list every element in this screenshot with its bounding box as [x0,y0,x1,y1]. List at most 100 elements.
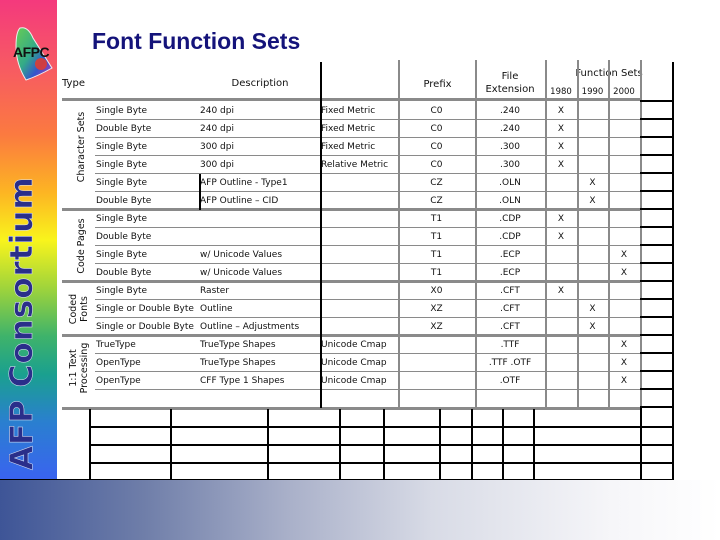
column-divider [608,60,610,408]
empty-column-divider [383,409,385,480]
row-divider [95,371,640,372]
right-col-divider [640,100,673,102]
cell-type: Single Byte [96,142,148,152]
cell-type: Single Byte [96,286,148,296]
header-divider [62,98,640,101]
cell-prefix: XZ [430,304,443,314]
right-col-divider [640,244,673,246]
row-divider [95,263,640,264]
cell-y1980: X [557,142,565,152]
cell-y1990 [577,336,608,354]
cell-y1990 [577,138,608,156]
cell-prefix [398,354,475,372]
cell-y1990 [577,210,608,228]
cell-metric [321,246,398,264]
group-label-text-processing: 1:1 Text Processing [68,336,90,400]
cell-y1990 [577,228,608,246]
row-divider [95,227,640,228]
cell-ext: .300 [499,142,521,152]
cell-y1980 [545,354,577,372]
right-col-divider [640,226,673,228]
cell-ext: .TTF [500,340,520,350]
cell-ext: .CDP [499,232,521,242]
cell-ext: .300 [499,160,521,170]
cell-y1980 [545,300,577,318]
cell-description: 300 dpi [200,160,234,170]
column-divider [475,60,477,408]
cell-type: Single Byte [96,106,148,116]
cell-y1990 [577,156,608,174]
right-col-divider [640,280,673,282]
cell-y2000: X [620,340,628,350]
cell-ext: .CFT [500,286,520,296]
column-divider [577,60,579,408]
cell-y1990: X [589,178,596,188]
right-col-divider [640,316,673,318]
cell-prefix: C0 [430,106,443,116]
row-divider [95,245,640,246]
cell-type: Single Byte [96,214,148,224]
group-label-coded-fonts: Coded Fonts [68,282,90,336]
cell-y1980: X [557,160,565,170]
cell-prefix: T1 [430,250,443,260]
header-description: Description [231,78,289,89]
empty-column-divider [439,409,441,480]
cell-prefix [398,336,475,354]
cell-y2000: X [620,358,628,368]
group-label-coded-fonts-line1: Coded [68,293,79,325]
row-divider [95,299,640,300]
cell-type: Single or Double Byte [96,304,194,314]
cell-type: TrueType [96,340,136,350]
cell-ext: .OLN [499,178,521,188]
header-file-extension: File Extension [475,70,545,96]
right-col-divider [640,136,673,138]
cell-y1980 [545,174,577,192]
cell-y2000 [608,174,640,192]
cell-ext: .240 [499,124,521,134]
right-col-divider [640,172,673,174]
empty-row-divider [89,426,673,428]
right-border [672,62,674,480]
empty-column-divider [89,409,91,480]
cell-ext: .CFT [500,304,520,314]
row-divider [95,119,640,120]
row-divider [95,137,640,138]
empty-column-divider [170,409,172,480]
cell-prefix: C0 [430,142,443,152]
empty-column-divider [533,409,535,480]
cell-prefix: T1 [430,214,443,224]
header-type: Type [62,78,85,89]
header-file-extension-line1: File [501,71,519,82]
cell-metric: Fixed Metric [321,142,376,152]
row-divider [95,389,640,390]
row-divider [95,173,640,174]
right-col-divider [640,370,673,372]
cell-y1980 [545,246,577,264]
column-divider [577,83,579,100]
cell-y1990 [577,372,608,390]
right-col-divider [640,298,673,300]
cell-y2000 [608,102,640,120]
cell-y2000 [608,228,640,246]
right-col-divider [640,352,673,354]
cell-metric: Unicode Cmap [321,358,387,368]
logo-text: AFPC [13,44,50,60]
group-label-text-processing-line1: 1:1 Text [68,349,79,387]
cell-y2000: X [620,376,628,386]
cell-y1980: X [557,232,565,242]
column-divider [640,60,642,408]
cell-y2000 [608,210,640,228]
cell-y1990: X [589,304,596,314]
cell-y1990 [577,246,608,264]
empty-row-divider [89,462,673,464]
group-label-coded-fonts-line2: Fonts [79,296,90,322]
cell-metric [321,228,398,246]
cell-y1990 [577,354,608,372]
row-divider [95,317,640,318]
cell-prefix: T1 [430,232,443,242]
cell-type: Single Byte [96,178,148,188]
empty-column-divider [267,409,269,480]
empty-row-divider [89,444,673,446]
cell-y1990 [577,282,608,300]
cell-type: Double Byte [96,124,152,134]
